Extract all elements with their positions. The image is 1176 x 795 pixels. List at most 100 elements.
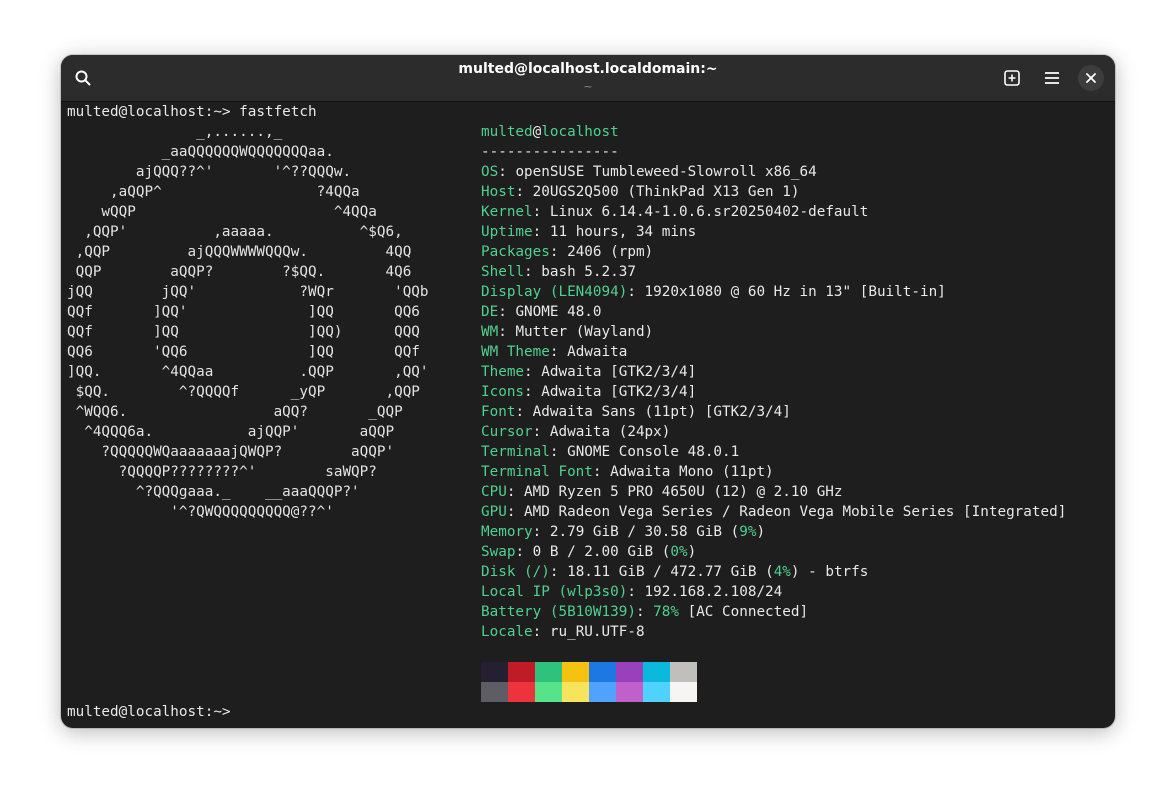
window-title: multed@localhost.localdomain:~: [458, 61, 718, 77]
info-colon: :: [549, 444, 568, 460]
palette-swatch-bright: [589, 682, 616, 702]
info-value: 2.79 GiB / 30.58 GiB (: [549, 524, 740, 540]
info-value: 2406 (rpm): [567, 244, 654, 260]
close-icon: [1086, 73, 1096, 83]
new-tab-button[interactable]: [998, 64, 1026, 92]
info-colon: :: [532, 624, 550, 640]
info-row: Font: Adwaita Sans (11pt) [GTK2/3/4]: [481, 402, 791, 422]
main-menu-button[interactable]: [1038, 64, 1066, 92]
logo-line: _,......,_: [67, 124, 283, 140]
info-row: Host: 20UGS2Q500 (ThinkPad X13 Gen 1): [481, 182, 800, 202]
info-row: Terminal Font: Adwaita Mono (11pt): [481, 462, 774, 482]
info-key: Terminal: [481, 444, 550, 460]
info-colon: :: [506, 484, 525, 500]
final-prompt: multed@localhost:~>: [67, 704, 240, 720]
info-key: Packages: [481, 244, 550, 260]
info-row: Locale: ru_RU.UTF-8: [481, 622, 645, 642]
info-value: 20UGS2Q500 (ThinkPad X13 Gen 1): [532, 184, 800, 200]
info-value: Linux 6.14.4-1.0.6.sr20250402-default: [549, 204, 869, 220]
palette-swatch-bright: [508, 682, 535, 702]
at-sign: @: [532, 124, 542, 140]
palette-swatch: [481, 662, 508, 682]
palette-row-normal: [481, 662, 697, 682]
info-key: Font: [481, 404, 516, 420]
palette-swatch: [589, 662, 616, 682]
logo-line: $QQ. ^?QQQQf _yQP ,QQP: [67, 384, 420, 400]
info-key: Local IP (wlp3s0): [481, 584, 628, 600]
info-value: 18.11 GiB / 472.77 GiB (: [567, 564, 774, 580]
info-percent: 9%: [739, 524, 757, 540]
info-value: 1920x1080 @ 60 Hz in 13" [Built-in]: [644, 284, 946, 300]
logo-line: ajQQQ??^' '^??QQQw.: [67, 164, 352, 180]
logo-line: QQP aQQP? ?$QQ. 4Q6: [67, 264, 412, 280]
info-row: OS: openSUSE Tumbleweed-Slowroll x86_64: [481, 162, 817, 182]
info-colon: :: [515, 404, 533, 420]
logo-line: ^4QQQ6a. ajQQP' aQQP: [67, 424, 395, 440]
command-line: multed@localhost:~> fastfetch: [67, 104, 317, 120]
info-colon: :: [627, 584, 645, 600]
info-row: CPU: AMD Ryzen 5 PRO 4650U (12) @ 2.10 G…: [481, 482, 843, 502]
palette-swatch-bright: [616, 682, 643, 702]
info-colon: :: [524, 264, 542, 280]
logo-line: ,QQP ajQQQWWWWQQQw. 4QQ: [67, 244, 412, 260]
close-button[interactable]: [1078, 65, 1104, 91]
info-value: GNOME 48.0: [515, 304, 602, 320]
info-colon: :: [498, 164, 516, 180]
info-colon: :: [592, 464, 611, 480]
info-row: Cursor: Adwaita (24px): [481, 422, 670, 442]
logo-line: QQf ]QQ' ]QQ QQ6: [67, 304, 420, 320]
terminal-output[interactable]: multed@localhost:~> fastfetch _,......,_…: [61, 102, 1115, 728]
palette-swatch-bright: [535, 682, 562, 702]
info-key: Theme: [481, 364, 525, 380]
info-row: GPU: AMD Radeon Vega Series / Radeon Veg…: [481, 502, 1066, 522]
info-value: Adwaita: [567, 344, 628, 360]
info-value: 11 hours, 34 mins: [549, 224, 697, 240]
info-row: Disk (/): 18.11 GiB / 472.77 GiB (4%) - …: [481, 562, 868, 582]
logo-line: ?QQQQP????????^' saWQP?: [67, 464, 377, 480]
logo-line: wQQP ^4QQa: [67, 204, 377, 220]
info-value: Adwaita Sans (11pt) [GTK2/3/4]: [532, 404, 791, 420]
info-value: ru_RU.UTF-8: [549, 624, 645, 640]
info-value: openSUSE Tumbleweed-Slowroll x86_64: [515, 164, 817, 180]
info-colon: :: [532, 524, 550, 540]
info-key: Memory: [481, 524, 533, 540]
palette-swatch: [643, 662, 670, 682]
palette-swatch: [508, 662, 535, 682]
logo-line: ,QQP' ,aaaaa. ^$Q6,: [67, 224, 403, 240]
info-key: Display (LEN4094): [481, 284, 628, 300]
info-suffix: ) - btrfs: [790, 564, 869, 580]
logo-line: ^?QQQgaaa._ __aaaQQQP?': [67, 484, 360, 500]
separator-line: ----------------: [481, 144, 619, 160]
info-percent: 4%: [773, 564, 791, 580]
info-colon: :: [549, 344, 568, 360]
logo-line: QQ6 'QQ6 ]QQ QQf: [67, 344, 420, 360]
info-key: Terminal Font: [481, 464, 593, 480]
info-colon: :: [549, 244, 568, 260]
info-row: Icons: Adwaita [GTK2/3/4]: [481, 382, 696, 402]
info-colon: :: [515, 544, 533, 560]
info-row: Local IP (wlp3s0): 192.168.2.108/24: [481, 582, 782, 602]
palette-row-bright: [481, 682, 697, 702]
header-bar: multed@localhost.localdomain:~ ~: [61, 55, 1115, 102]
info-row: WM: Mutter (Wayland): [481, 322, 653, 342]
palette-swatch-bright: [670, 682, 697, 702]
terminal-window: multed@localhost.localdomain:~ ~ multed@…: [61, 55, 1115, 728]
info-row: Packages: 2406 (rpm): [481, 242, 653, 262]
info-key: Kernel: [481, 204, 533, 220]
palette-swatch-bright: [481, 682, 508, 702]
info-key: Shell: [481, 264, 525, 280]
info-value: 0 B / 2.00 GiB (: [532, 544, 671, 560]
info-key: WM: [481, 324, 499, 340]
info-colon: :: [506, 504, 525, 520]
palette-swatch: [670, 662, 697, 682]
info-key: Disk (/): [481, 564, 550, 580]
logo-line: ^WQQ6. aQQ? _QQP: [67, 404, 403, 420]
info-row: Uptime: 11 hours, 34 mins: [481, 222, 696, 242]
info-key: Host: [481, 184, 516, 200]
info-percent: 0%: [670, 544, 688, 560]
info-row: Kernel: Linux 6.14.4-1.0.6.sr20250402-de…: [481, 202, 868, 222]
info-row: Swap: 0 B / 2.00 GiB (0%): [481, 542, 696, 562]
window-subtitle: ~: [583, 80, 593, 93]
info-colon: :: [627, 284, 645, 300]
info-key: DE: [481, 304, 499, 320]
